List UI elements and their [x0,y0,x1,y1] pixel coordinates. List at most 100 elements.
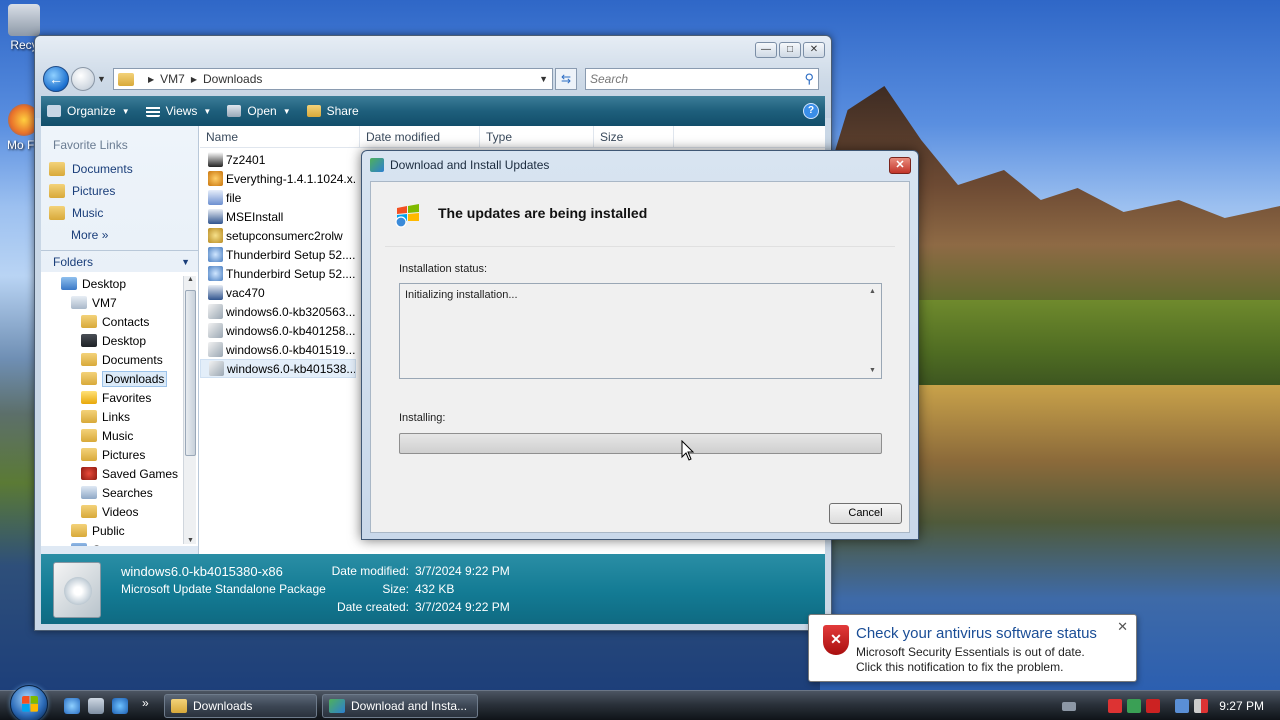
chevron-right-icon[interactable]: ▶ [148,75,154,84]
scroll-up-icon[interactable]: ▲ [184,276,197,283]
windows-update-icon [395,204,419,228]
breadcrumb-downloads[interactable]: Downloads [203,72,262,86]
tree-item-links[interactable]: Links [41,407,198,426]
security-warning-icon[interactable] [1108,699,1123,713]
taskbar-button-downloads[interactable]: Downloads [164,694,317,718]
folder-icon [81,448,97,461]
column-header-type[interactable]: Type [480,126,594,147]
search-icon[interactable]: ⚲ [804,71,814,87]
system-tray: 9:27 PM [1062,691,1280,720]
breadcrumb-vm7[interactable]: VM7 [160,72,185,86]
more-links-button[interactable]: More » [41,224,198,246]
favorite-link-documents[interactable]: Documents [41,158,198,180]
recent-pages-dropdown[interactable]: ▼ [97,74,109,84]
file-row[interactable]: windows6.0-kb401519... [200,340,356,359]
favorite-link-pictures[interactable]: Pictures [41,180,198,202]
tree-item-desktop[interactable]: Desktop [41,331,198,350]
tree-item-computer[interactable]: Computer [41,540,198,546]
back-button[interactable]: ← [43,66,69,92]
installer-icon [208,209,223,224]
security-alert-shield-icon: ✕ [823,625,849,655]
dialog-close-button[interactable]: ✕ [889,157,911,174]
tree-item-favorites[interactable]: Favorites [41,388,198,407]
network-icon[interactable] [1175,699,1190,713]
open-label: Open [247,104,277,118]
tree-item-label: Computer [92,543,145,547]
recycle-bin-icon [8,4,40,36]
tree-item-saved-games[interactable]: Saved Games [41,464,198,483]
file-row[interactable]: windows6.0-kb401258... [200,321,356,340]
tree-scrollbar[interactable]: ▲ ▼ [183,276,196,544]
clock[interactable]: 9:27 PM [1219,699,1264,713]
scroll-up-icon[interactable]: ▲ [869,288,876,295]
tree-item-pictures[interactable]: Pictures [41,445,198,464]
file-row[interactable]: file [200,188,356,207]
file-row[interactable]: Thunderbird Setup 52.... [200,264,356,283]
scroll-down-icon[interactable]: ▼ [869,367,876,374]
notification-close-button[interactable]: ✕ [1117,619,1128,635]
folders-label: Folders [53,254,94,269]
file-row[interactable]: Everything-1.4.1.1024.x... [200,169,356,188]
maximize-button[interactable]: □ [779,42,801,58]
close-button[interactable]: ✕ [803,42,825,58]
file-row[interactable]: vac470 [200,283,356,302]
file-row[interactable]: MSEInstall [200,207,356,226]
volume-muted-icon[interactable] [1194,699,1209,713]
tree-item-searches[interactable]: Searches [41,483,198,502]
chevron-right-icon[interactable]: ▶ [191,75,197,84]
help-button[interactable]: ? [803,103,819,119]
column-header-date-modified[interactable]: Date modified [360,126,480,147]
file-row[interactable]: windows6.0-kb320563... [200,302,356,321]
tree-item-contacts[interactable]: Contacts [41,312,198,331]
notification-title: Check your antivirus software status [856,625,1097,642]
show-desktop-icon[interactable] [88,698,104,714]
internet-explorer-icon[interactable] [112,698,128,714]
file-row[interactable]: windows6.0-kb401538... [200,359,356,378]
windows-update-tray-icon[interactable] [1127,699,1142,713]
folders-header[interactable]: Folders ▼ [41,250,198,272]
tree-item-desktop[interactable]: Desktop [41,274,198,293]
refresh-button[interactable]: ⇆ [555,68,577,90]
keyboard-icon[interactable] [1062,701,1077,711]
desktop-icon [61,277,77,290]
file-name: 7z2401 [226,152,266,167]
column-header-size[interactable]: Size [594,126,674,147]
antivirus-notification[interactable]: ✕ Check your antivirus software status M… [808,614,1137,682]
file-row[interactable]: Thunderbird Setup 52.... [200,245,356,264]
share-button[interactable]: Share [306,104,359,118]
address-dropdown-icon[interactable]: ▼ [539,74,548,84]
tree-item-public[interactable]: Public [41,521,198,540]
organize-menu[interactable]: Organize ▼ [47,104,130,118]
favorite-link-music[interactable]: Music [41,202,198,224]
tree-item-vm7[interactable]: VM7 [41,293,198,312]
action-center-alert-icon[interactable] [1146,699,1161,713]
share-icon [306,105,321,117]
views-menu[interactable]: Views ▼ [145,104,211,118]
file-row[interactable]: setupconsumerc2rolw [200,226,356,245]
column-header-name[interactable]: Name [200,126,360,147]
minimize-button[interactable]: — [755,42,777,58]
tree-item-downloads[interactable]: Downloads [41,369,198,388]
scroll-down-icon[interactable]: ▼ [184,537,197,544]
setup-icon [208,228,223,243]
quicklaunch-overflow-button[interactable]: » [142,696,149,710]
search-input[interactable]: Search ⚲ [585,68,819,90]
cancel-button[interactable]: Cancel [829,503,902,524]
7z-icon [208,152,223,167]
tree-item-videos[interactable]: Videos [41,502,198,521]
file-row[interactable]: 7z2401 [200,150,356,169]
open-menu[interactable]: Open ▼ [227,104,291,118]
status-scrollbar[interactable]: ▲ ▼ [867,286,879,376]
scrollbar-thumb[interactable] [185,290,196,456]
address-bar[interactable]: ▶ VM7 ▶ Downloads ▼ [113,68,553,90]
tree-item-music[interactable]: Music [41,426,198,445]
ie-quicklaunch-icon[interactable] [64,698,80,714]
start-button[interactable] [10,685,48,720]
taskbar-button-install-updates[interactable]: Download and Insta... [322,694,478,718]
forward-button[interactable] [71,67,95,91]
installing-label: Installing: [399,412,446,424]
details-date-created: 3/7/2024 9:22 PM [415,600,510,614]
tree-item-documents[interactable]: Documents [41,350,198,369]
tree-item-label: Videos [102,504,139,519]
help-icon: ? [807,105,815,116]
